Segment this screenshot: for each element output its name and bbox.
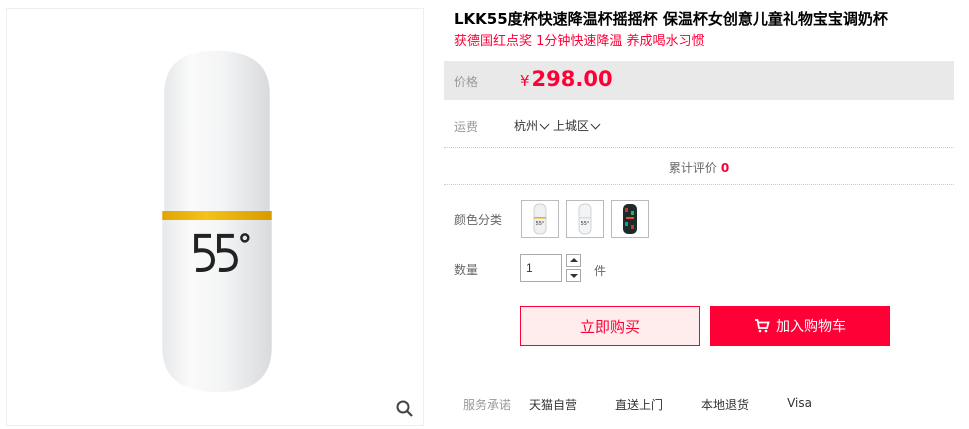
district-name: 上城区 <box>553 119 590 133</box>
service-item[interactable]: 天猫自营 <box>529 396 577 413</box>
service-item[interactable]: 直送上门 <box>615 396 663 413</box>
swatch-white-cup-2[interactable]: 55° <box>566 200 604 238</box>
price-amount: 298.00 <box>531 67 613 91</box>
product-image <box>162 50 272 393</box>
price-label: 价格 <box>454 75 479 89</box>
quantity-input[interactable] <box>520 254 562 282</box>
cart-icon <box>755 319 770 333</box>
swatch-patterned-cup[interactable] <box>611 200 649 238</box>
product-subtitle: 获德国红点奖 1分钟快速降温 养成喝水习惯 <box>454 34 705 49</box>
district-select[interactable]: 上城区 <box>553 117 602 134</box>
review-label: 累计评价 <box>668 161 717 175</box>
city-name: 杭州 <box>514 119 539 133</box>
service-label: 服务承诺 <box>463 398 512 412</box>
currency-symbol: ¥ <box>520 72 530 90</box>
zoom-icon[interactable] <box>395 399 415 419</box>
chevron-up-icon <box>570 258 578 262</box>
chevron-down-icon <box>570 274 578 278</box>
add-to-cart-label: 加入购物车 <box>776 319 846 335</box>
city-select[interactable]: 杭州 <box>514 117 551 134</box>
white-cup-thumb-icon: 55° <box>578 203 592 235</box>
review-row: 累计评价 0 <box>444 147 954 185</box>
swatch-white-cup-1[interactable]: 55° <box>521 200 559 238</box>
quantity-unit: 件 <box>594 264 607 278</box>
shipping-row: 运费 杭州 上城区 <box>444 114 954 138</box>
price-value: ¥298.00 <box>520 67 613 91</box>
chevron-down-icon <box>539 119 550 130</box>
svg-text:55°: 55° <box>536 221 545 227</box>
product-title: LKK55度杯快速降温杯摇摇杯 保温杯女创意儿童礼物宝宝调奶杯 <box>454 10 888 28</box>
buy-now-button[interactable]: 立即购买 <box>520 306 700 346</box>
service-promises: 服务承诺 天猫自营 直送上门 本地退货 Visa <box>463 396 850 413</box>
svg-text:55°: 55° <box>581 221 590 227</box>
white-cup-thumb-icon: 55° <box>533 203 547 235</box>
chevron-down-icon <box>590 119 601 130</box>
price-box: 价格 ¥298.00 <box>444 61 954 100</box>
review-count: 0 <box>720 161 730 175</box>
product-gallery <box>6 8 424 426</box>
quantity-label: 数量 <box>454 263 479 277</box>
add-to-cart-button[interactable]: 加入购物车 <box>710 306 890 346</box>
review-summary[interactable]: 累计评价 0 <box>444 159 954 176</box>
quantity-decrease-button[interactable] <box>566 269 581 282</box>
service-item[interactable]: 本地退货 <box>701 396 749 413</box>
shipping-label: 运费 <box>454 120 479 134</box>
quantity-increase-button[interactable] <box>566 254 581 267</box>
color-swatches: 55° 55° <box>521 200 649 238</box>
color-option-label: 颜色分类 <box>454 213 503 227</box>
patterned-cup-thumb-icon <box>623 204 637 234</box>
quantity-stepper <box>566 254 583 283</box>
service-item[interactable]: Visa <box>787 396 812 413</box>
shipping-location: 杭州 上城区 <box>514 117 602 134</box>
